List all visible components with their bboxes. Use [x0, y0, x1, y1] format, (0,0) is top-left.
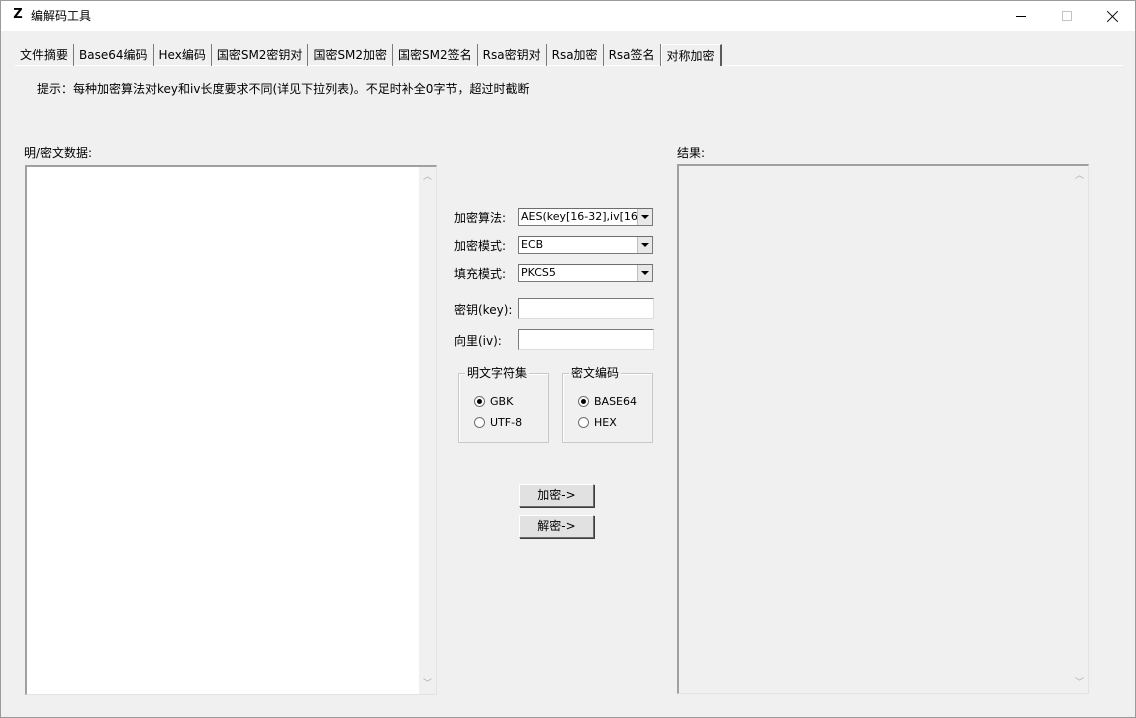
radio-base64-label: BASE64	[594, 395, 638, 408]
maximize-icon	[1062, 11, 1072, 21]
radio-utf8[interactable]: UTF-8	[474, 416, 522, 429]
tab-rsa-keypair[interactable]: Rsa密钥对	[478, 44, 547, 66]
padding-label: 填充模式:	[454, 267, 507, 281]
padding-select[interactable]: PKCS5	[518, 264, 653, 282]
tab-base64[interactable]: Base64编码	[74, 44, 154, 66]
tab-sm2-sign[interactable]: 国密SM2签名	[393, 44, 478, 66]
radio-gbk-label: GBK	[490, 395, 514, 408]
chevron-down-icon	[641, 271, 649, 275]
mode-value: ECB	[521, 238, 544, 251]
tab-rsa-sign[interactable]: Rsa签名	[604, 44, 661, 66]
mode-label: 加密模式:	[454, 239, 507, 253]
title-bar: Z 编解码工具	[1, 1, 1135, 31]
radio-gbk[interactable]: GBK	[474, 395, 513, 408]
scroll-up-icon[interactable]: ︿	[423, 173, 432, 182]
radio-utf8-label: UTF-8	[490, 416, 523, 429]
decrypt-button[interactable]: 解密->	[519, 515, 594, 538]
charset-group-title: 明文字符集	[465, 366, 530, 380]
dropdown-button[interactable]	[637, 237, 652, 253]
result-textarea[interactable]: ︿ ﹀	[677, 164, 1089, 694]
iv-input[interactable]	[518, 329, 654, 350]
algorithm-label: 加密算法:	[454, 211, 507, 225]
radio-checked-icon[interactable]	[578, 396, 589, 407]
minimize-icon	[1016, 15, 1026, 17]
charset-group: 明文字符集 GBK UTF-8	[458, 366, 549, 443]
tab-file-digest[interactable]: 文件摘要	[15, 44, 75, 66]
scroll-up-icon[interactable]: ︿	[1075, 172, 1084, 181]
key-label: 密钥(key):	[454, 303, 513, 317]
key-input[interactable]	[518, 298, 654, 319]
tab-sm2-keypair[interactable]: 国密SM2密钥对	[212, 44, 309, 66]
close-icon	[1107, 10, 1119, 22]
mode-select[interactable]: ECB	[518, 236, 653, 254]
chevron-down-icon	[641, 215, 649, 219]
input-label: 明/密文数据:	[24, 146, 93, 160]
radio-checked-icon[interactable]	[474, 396, 485, 407]
hint-text: 提示：每种加密算法对key和iv长度要求不同(详见下拉列表)。不足时补全0字节，…	[37, 82, 530, 96]
tab-sm2-encrypt[interactable]: 国密SM2加密	[308, 44, 394, 66]
scroll-down-icon[interactable]: ﹀	[1075, 679, 1084, 688]
chevron-down-icon	[641, 243, 649, 247]
radio-hex[interactable]: HEX	[578, 416, 617, 429]
tab-hex[interactable]: Hex编码	[154, 44, 212, 66]
radio-unchecked-icon[interactable]	[578, 417, 589, 428]
encoding-group: 密文编码 BASE64 HEX	[562, 366, 653, 443]
algorithm-select[interactable]: AES(key[16-32],iv[16])	[518, 208, 653, 226]
padding-value: PKCS5	[521, 266, 556, 279]
tab-rsa-encrypt[interactable]: Rsa加密	[547, 44, 604, 66]
scroll-down-icon[interactable]: ﹀	[423, 680, 432, 689]
radio-unchecked-icon[interactable]	[474, 417, 485, 428]
input-scrollbar[interactable]: ︿ ﹀	[419, 167, 436, 694]
radio-hex-label: HEX	[594, 416, 617, 429]
app-window: Z 编解码工具 文件摘要 Base64编码 Hex编码 国密SM2密钥对 国密S…	[0, 0, 1136, 718]
maximize-button[interactable]	[1044, 1, 1090, 31]
algorithm-value: AES(key[16-32],iv[16])	[521, 210, 647, 223]
encoding-group-title: 密文编码	[569, 366, 622, 380]
app-icon: Z	[13, 7, 23, 22]
dropdown-button[interactable]	[637, 209, 652, 225]
tab-strip: 文件摘要 Base64编码 Hex编码 国密SM2密钥对 国密SM2加密 国密S…	[15, 44, 722, 66]
tab-symmetric-encrypt[interactable]: 对称加密	[660, 44, 722, 66]
window-title: 编解码工具	[31, 9, 92, 23]
close-button[interactable]	[1090, 1, 1136, 31]
minimize-button[interactable]	[998, 1, 1044, 31]
result-label: 结果:	[677, 146, 706, 160]
result-scrollbar[interactable]: ︿ ﹀	[1071, 166, 1088, 693]
input-textarea[interactable]: ︿ ﹀	[25, 165, 437, 695]
iv-label: 向里(iv):	[454, 334, 502, 348]
dropdown-button[interactable]	[637, 265, 652, 281]
encrypt-button[interactable]: 加密->	[519, 484, 594, 507]
radio-base64[interactable]: BASE64	[578, 395, 637, 408]
